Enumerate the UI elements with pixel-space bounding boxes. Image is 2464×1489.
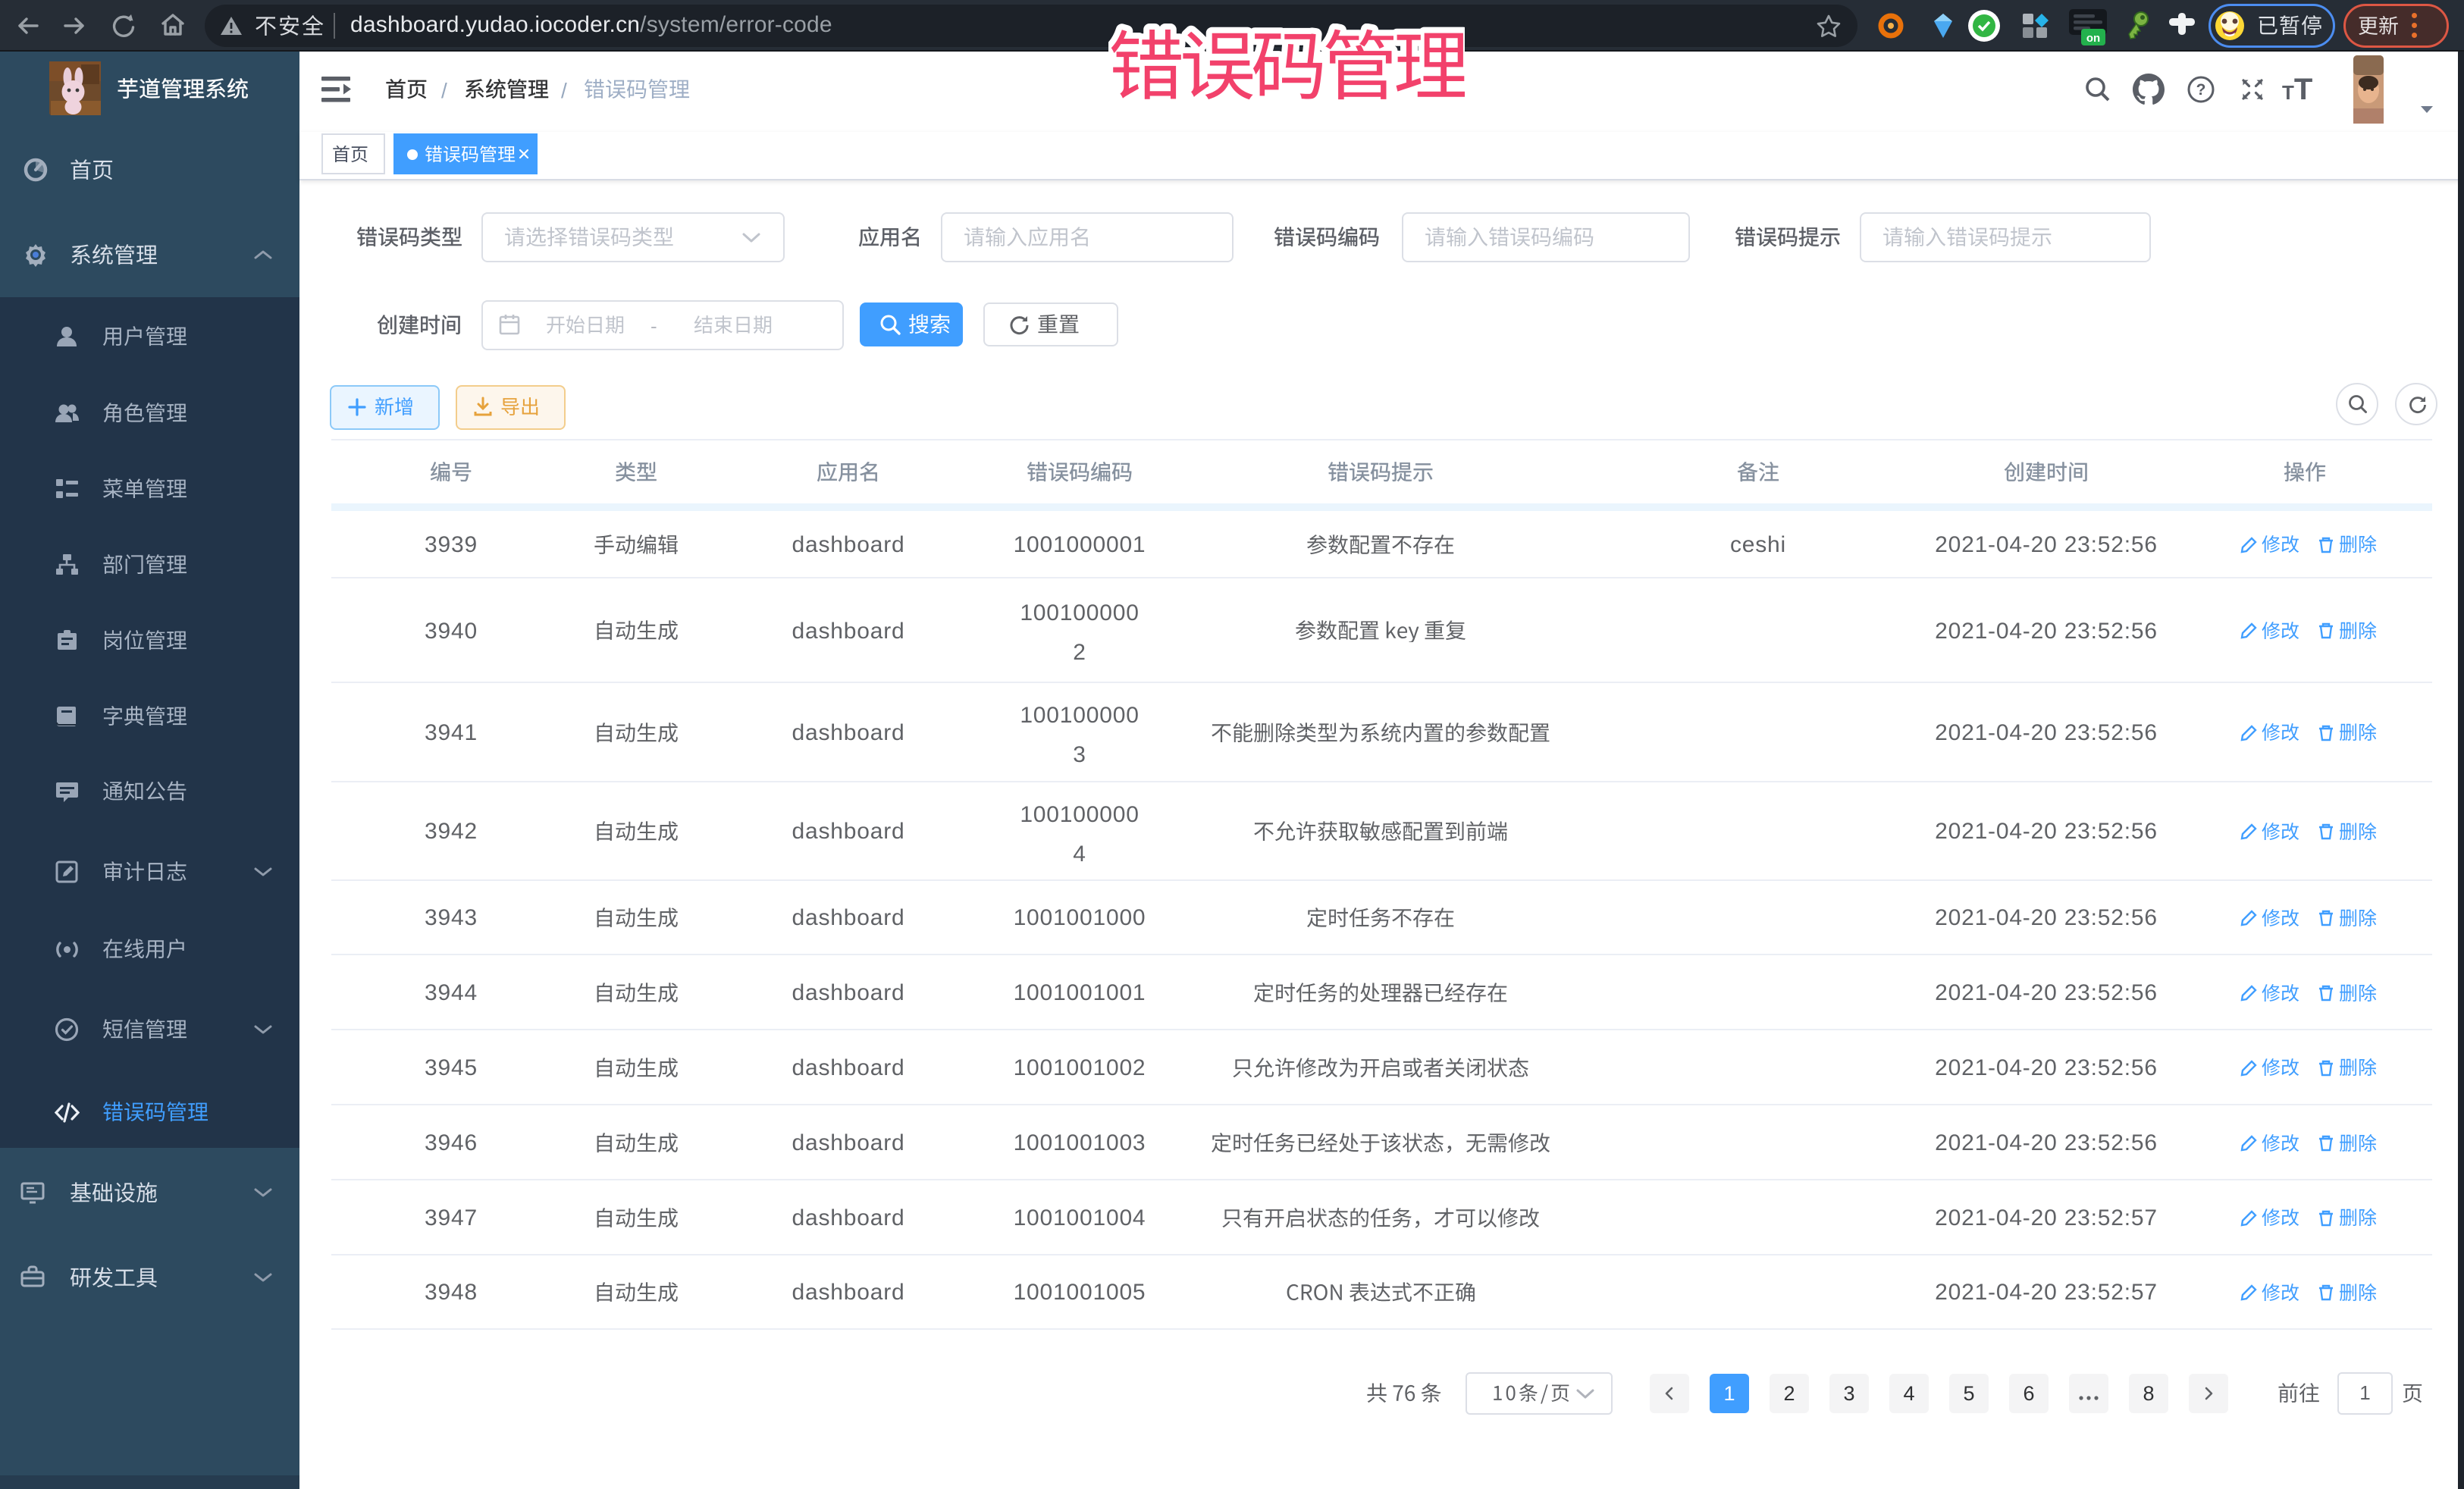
svg-text:?: ? (2196, 81, 2206, 99)
svg-text:on: on (2086, 32, 2100, 45)
